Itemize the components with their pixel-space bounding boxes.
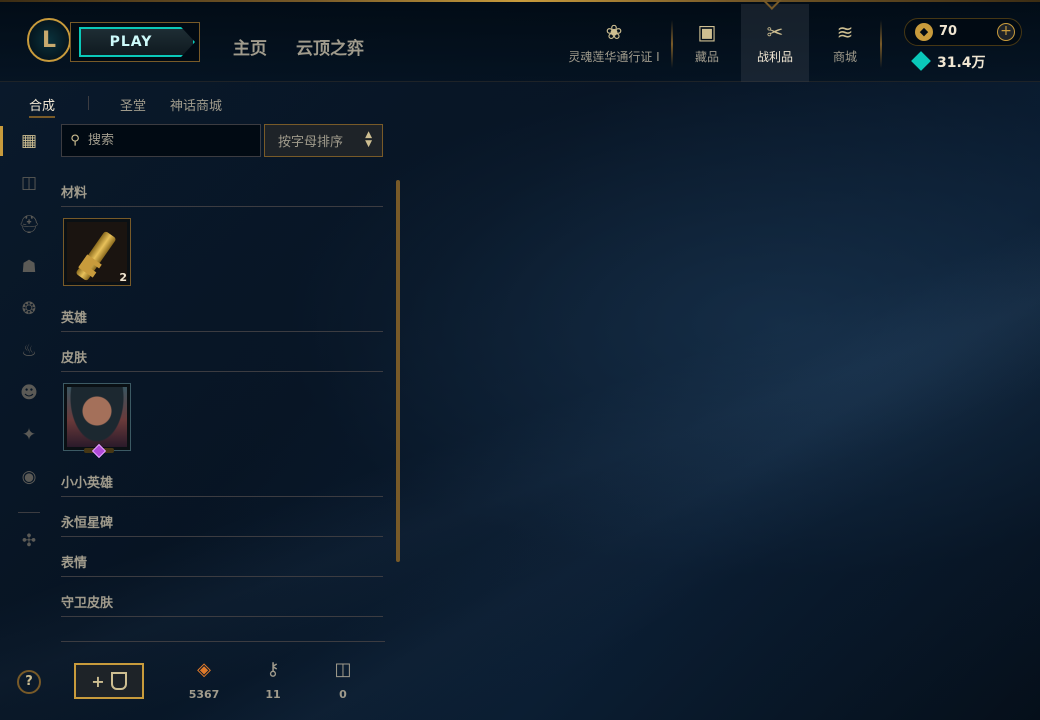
help-button[interactable]: ?	[17, 670, 41, 694]
skin-portrait	[67, 387, 127, 447]
filter-champion-helmet-icon[interactable]: ⛑	[18, 214, 40, 236]
filter-disenchant-icon[interactable]: ✣	[18, 530, 40, 552]
filter-emote-face-icon[interactable]: ☻	[18, 382, 40, 404]
collection-bag-icon: ▣	[697, 19, 717, 44]
nav-store-label: 商城	[832, 49, 857, 64]
nav-divider	[671, 20, 673, 68]
filter-all-grid-icon[interactable]: ▦	[18, 130, 40, 152]
nav-collection-label: 藏品	[694, 49, 719, 64]
league-logo-icon[interactable]: L	[27, 18, 71, 62]
loot-item-key-fragment[interactable]: 2	[63, 218, 131, 286]
nav-home[interactable]: 主页	[233, 34, 267, 59]
nav-tft[interactable]: 云顶之弈	[296, 34, 364, 59]
section-eternals: 永恒星碑	[61, 512, 383, 537]
top-navigation-bar: L PLAY 主页 云顶之弈 ❀ 灵魂莲华通行证 I ▣ 藏品 ✂ 战利品 ≋ …	[0, 2, 1040, 82]
loot-icon: ✂	[766, 19, 784, 44]
search-icon: ⚲	[70, 133, 80, 148]
section-tacticians: 小小英雄	[61, 472, 383, 497]
section-ward-skins: 守卫皮肤	[61, 592, 383, 617]
key-counter: ⚷ 11	[243, 659, 303, 702]
nav-store[interactable]: ≋ 商城	[812, 4, 878, 82]
nav-collection[interactable]: ▣ 藏品	[676, 4, 738, 82]
rp-wallet: ◆ 70 +	[904, 18, 1022, 46]
chest-icon: ◫	[334, 659, 352, 680]
key-icon: ⚷	[266, 659, 280, 680]
search-box[interactable]: ⚲	[61, 124, 261, 157]
key-amount: 11	[265, 688, 281, 701]
key-fragment-icon	[67, 222, 127, 282]
craft-plus-label: +	[91, 671, 105, 691]
tab-divider	[88, 96, 89, 110]
nav-divider	[880, 20, 882, 68]
chest-counter: ◫ 0	[313, 659, 373, 702]
blue-essence-amount: 31.4万	[937, 55, 986, 71]
rail-active-indicator	[0, 126, 3, 156]
nav-loot[interactable]: ✂ 战利品	[741, 4, 809, 82]
bottom-divider	[61, 641, 385, 642]
rail-divider	[18, 512, 40, 513]
filter-tactician-icon[interactable]: ✦	[18, 424, 40, 446]
tab-mythic-shop[interactable]: 神话商城	[170, 95, 222, 114]
filter-profile-icon[interactable]: ◉	[18, 466, 40, 488]
nav-pass-label: 灵魂莲华通行证 I	[568, 49, 660, 64]
section-skins: 皮肤	[61, 347, 383, 372]
craft-key-button[interactable]: +	[74, 663, 144, 699]
sort-dropdown[interactable]: 按字母排序 ▲ ▼	[264, 124, 383, 157]
chest-icon	[110, 672, 127, 690]
orange-essence-icon: ◈	[197, 659, 211, 680]
loot-scrollbar[interactable]	[396, 180, 400, 562]
filter-eternals-flame-icon[interactable]: ♨	[18, 340, 40, 362]
chest-amount: 0	[339, 688, 347, 701]
filter-chest-icon[interactable]: ◫	[18, 172, 40, 194]
section-materials: 材料	[61, 182, 383, 207]
filter-ward-icon[interactable]: ❂	[18, 298, 40, 320]
buy-rp-button[interactable]: +	[997, 23, 1015, 41]
loot-item-skin-shard[interactable]	[63, 383, 131, 459]
tab-sanctum[interactable]: 圣堂	[120, 95, 146, 114]
blue-essence-icon	[911, 51, 931, 71]
play-button-frame: PLAY	[70, 22, 200, 62]
store-coins-icon: ≋	[836, 19, 854, 44]
orange-essence-amount: 5367	[188, 688, 220, 701]
section-emotes: 表情	[61, 552, 383, 577]
rp-amount: 70	[939, 24, 958, 39]
riot-points-icon: ◆	[915, 23, 933, 41]
play-button[interactable]: PLAY	[79, 27, 195, 57]
orange-essence-counter: ◈ 5367	[174, 659, 234, 702]
section-champions: 英雄	[61, 307, 383, 332]
tab-crafting[interactable]: 合成	[29, 95, 56, 118]
search-input[interactable]	[88, 133, 248, 148]
filter-skin-mask-icon[interactable]: ☗	[18, 256, 40, 278]
lotus-icon: ❀	[605, 19, 623, 44]
nav-loot-label: 战利品	[756, 49, 793, 64]
item-count: 2	[119, 271, 127, 284]
sort-label: 按字母排序	[278, 135, 344, 150]
sort-chevron-icon: ▲ ▼	[365, 130, 372, 149]
nav-pass[interactable]: ❀ 灵魂莲华通行证 I	[566, 4, 662, 82]
